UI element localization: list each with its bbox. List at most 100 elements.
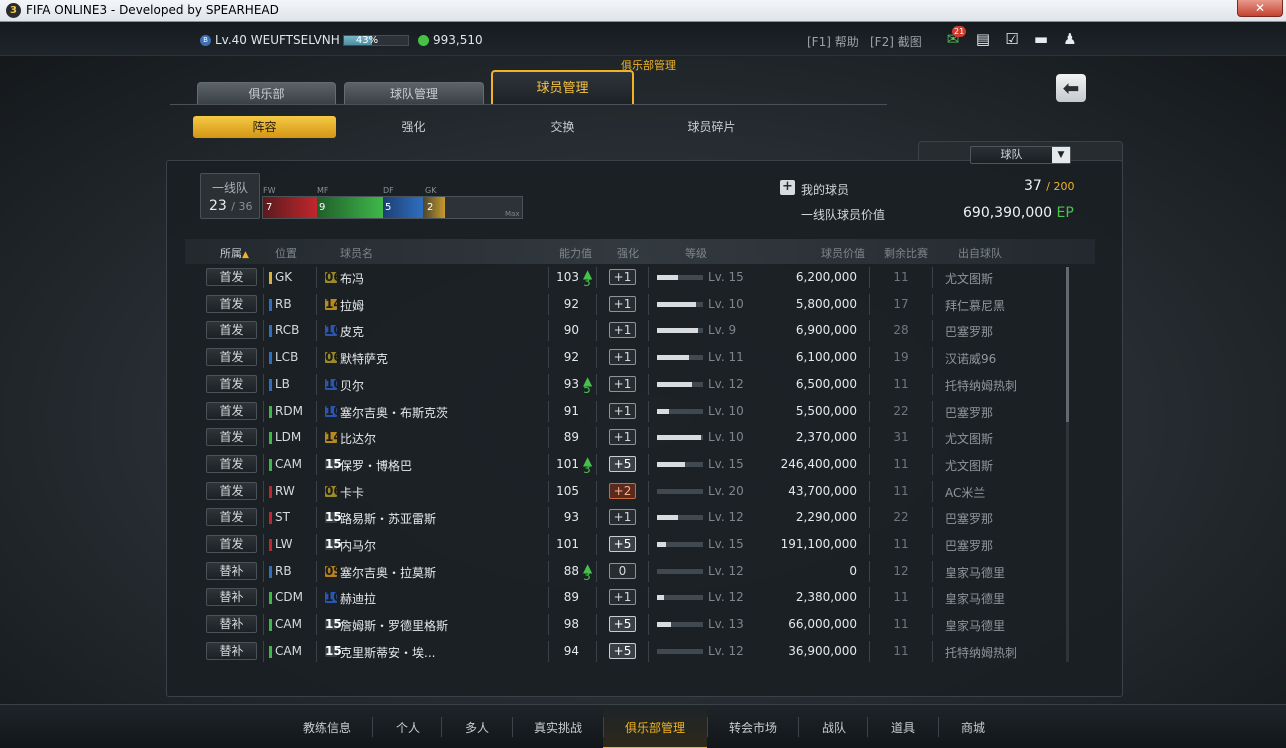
back-arrow-icon[interactable]: ⬅ <box>1056 74 1086 102</box>
bottom-nav-squad[interactable]: 战队 <box>806 719 862 736</box>
table-row[interactable]: 首发 RDM 10 塞尔吉奥・布斯克茨 91 +1 Lv. 10 5,500,000 22 巴塞罗… <box>185 398 1065 425</box>
bottom-nav-multi[interactable]: 多人 <box>448 719 506 736</box>
column-divider <box>932 534 933 555</box>
bottom-nav-club-management[interactable]: 俱乐部管理 <box>610 719 700 736</box>
level-progress-bar <box>657 542 703 547</box>
role-button[interactable]: 首发 <box>206 374 257 393</box>
role-button[interactable]: 首发 <box>206 268 257 286</box>
role-button[interactable]: 替补 <box>206 615 257 634</box>
role-button[interactable]: 替补 <box>206 588 257 607</box>
player-level: Lv. 15 <box>708 537 744 551</box>
bottom-nav-coach[interactable]: 教练信息 <box>290 719 364 736</box>
header-games-left[interactable]: 剩余比赛 <box>884 245 928 261</box>
user-icon[interactable]: ♟ <box>1060 30 1080 48</box>
player-name[interactable]: 默特萨克 <box>340 350 388 367</box>
enhance-level: +5 <box>609 455 636 472</box>
header-position[interactable]: 位置 <box>275 245 297 261</box>
player-name[interactable]: 布冯 <box>340 270 364 287</box>
window-close-button[interactable]: ✕ <box>1237 0 1283 17</box>
table-row[interactable]: 首发 RCB 10 皮克 90 +1 Lv. 9 6,900,000 28 巴塞罗那 <box>185 317 1065 344</box>
column-divider <box>932 347 933 369</box>
table-row[interactable]: 替补 CDM 10 赫迪拉 89 +1 Lv. 12 2,380,000 11 皇家马德里 <box>185 584 1065 611</box>
checklist-icon[interactable]: ☑ <box>1002 30 1022 48</box>
player-name[interactable]: 塞尔吉奥・布斯克茨 <box>340 404 448 421</box>
table-row[interactable]: 首发 LDM 14 比达尔 89 +1 Lv. 10 2,370,000 31 尤文图斯 <box>185 424 1065 451</box>
news-icon[interactable]: ▤ <box>973 30 993 48</box>
bottom-nav-shop[interactable]: 商城 <box>945 719 1001 736</box>
table-row[interactable]: 首发 GK 06 布冯 103 ▲ 3 +1 Lv. 15 6,200,000 11 尤文图斯 <box>185 264 1065 291</box>
player-name[interactable]: 内马尔 <box>340 537 376 554</box>
player-name[interactable]: 赫迪拉 <box>340 590 376 607</box>
window-titlebar: 3 FIFA ONLINE3 - Developed by SPEARHEAD … <box>0 0 1286 22</box>
role-button[interactable]: 首发 <box>206 294 257 313</box>
tab-player-management[interactable]: 球员管理 <box>491 70 634 104</box>
add-player-plus-icon[interactable]: + <box>780 180 795 195</box>
column-divider <box>932 507 933 529</box>
column-divider <box>869 507 870 529</box>
first-team-count-box: 一线队 23 / 36 <box>200 173 260 219</box>
subtab-exchange[interactable]: 交换 <box>489 116 636 138</box>
screenshot-button[interactable]: [F2] 截图 <box>870 33 922 50</box>
player-name[interactable]: 拉姆 <box>340 297 364 314</box>
player-name[interactable]: 克里斯蒂安・埃... <box>340 644 435 661</box>
role-button[interactable]: 首发 <box>206 535 257 553</box>
header-ovr[interactable]: 能力值 <box>559 245 592 261</box>
player-level: Lv. 10 <box>708 403 744 418</box>
role-button[interactable]: 替补 <box>206 561 257 580</box>
subtab-enhance[interactable]: 强化 <box>340 116 487 138</box>
column-divider <box>263 614 264 636</box>
player-name[interactable]: 卡卡 <box>340 484 364 501</box>
player-name[interactable]: 塞尔吉奥・拉莫斯 <box>340 564 436 581</box>
bottom-nav-items[interactable]: 道具 <box>874 719 932 736</box>
table-row[interactable]: 首发 RW 06 卡卡 105 +2 Lv. 20 43,700,000 11 AC米兰 <box>185 478 1065 505</box>
role-button[interactable]: 首发 <box>206 401 257 420</box>
player-name[interactable]: 贝尔 <box>340 377 364 394</box>
table-row[interactable]: 首发 ST 15 路易斯・苏亚雷斯 93 +1 Lv. 12 2,290,000 22 巴塞罗那 <box>185 504 1065 531</box>
role-button[interactable]: 首发 <box>206 321 257 340</box>
chat-icon[interactable]: ▬ <box>1031 30 1051 48</box>
table-row[interactable]: 首发 RB 14 拉姆 92 +1 Lv. 10 5,800,000 17 拜仁慕尼黑 <box>185 291 1065 318</box>
team-filter-dropdown[interactable]: 球队 ▼ <box>970 146 1071 164</box>
column-divider <box>316 640 317 662</box>
column-divider <box>596 560 597 582</box>
player-name[interactable]: 皮克 <box>340 323 364 340</box>
header-club[interactable]: 出自球队 <box>958 245 1002 261</box>
header-level[interactable]: 等级 <box>685 245 707 261</box>
table-row[interactable]: 首发 LCB 06 默特萨克 92 +1 Lv. 11 6,100,000 19 汉诺威96 <box>185 344 1065 371</box>
table-row[interactable]: 替补 CAM 15 克里斯蒂安・埃... 94 +5 Lv. 12 36,900,000 11 托… <box>185 638 1065 665</box>
table-row[interactable]: 替补 CAM 15 詹姆斯・罗德里格斯 98 +5 Lv. 13 66,000,000 11 皇家… <box>185 611 1065 638</box>
table-row[interactable]: 首发 CAM 15 保罗・博格巴 101 ▲ 3 +5 Lv. 15 246,400,000 11 尤… <box>185 451 1065 478</box>
tab-club[interactable]: 俱乐部 <box>197 82 336 104</box>
role-button[interactable]: 首发 <box>206 454 257 473</box>
role-button[interactable]: 替补 <box>206 641 257 660</box>
subtab-player-fragments[interactable]: 球员碎片 <box>638 116 785 138</box>
player-level: Lv. 10 <box>708 296 744 311</box>
header-enhance[interactable]: 强化 <box>617 245 639 261</box>
role-button[interactable]: 首发 <box>206 508 257 527</box>
table-row[interactable]: 首发 LB 10 贝尔 93 ▲ 5 +1 Lv. 12 6,500,000 11 托特纳姆热刺 <box>185 371 1065 398</box>
player-name[interactable]: 詹姆斯・罗德里格斯 <box>340 617 448 634</box>
help-button[interactable]: [F1] 帮助 <box>807 33 859 50</box>
bottom-nav-single[interactable]: 个人 <box>380 719 436 736</box>
player-name[interactable]: 路易斯・苏亚雷斯 <box>340 510 436 527</box>
header-value[interactable]: 球员价值 <box>821 245 865 261</box>
table-row[interactable]: 首发 LW 15 内马尔 101 +5 Lv. 15 191,100,000 11 巴塞罗那 <box>185 531 1065 558</box>
games-left: 11 <box>893 537 909 551</box>
header-belong[interactable]: 所属▲ <box>220 245 249 261</box>
role-button[interactable]: 首发 <box>206 428 257 447</box>
table-scrollbar[interactable] <box>1066 267 1069 662</box>
level-progress-bar <box>657 355 703 361</box>
scrollbar-thumb[interactable] <box>1066 267 1069 422</box>
header-player-name[interactable]: 球员名 <box>340 245 373 261</box>
subtab-lineup[interactable]: 阵容 <box>193 116 336 138</box>
tab-team-management[interactable]: 球队管理 <box>344 82 484 104</box>
role-button[interactable]: 首发 <box>206 481 257 500</box>
player-ovr: 98 <box>563 617 579 632</box>
player-name[interactable]: 保罗・博格巴 <box>340 457 412 474</box>
player-name[interactable]: 比达尔 <box>340 430 376 447</box>
bottom-nav-transfer-market[interactable]: 转会市场 <box>714 719 792 736</box>
bottom-nav-real-challenge[interactable]: 真实挑战 <box>520 719 596 736</box>
position-color-bar <box>269 352 272 365</box>
table-row[interactable]: 替补 RB 09 塞尔吉奥・拉莫斯 88 ▲ 3 0 Lv. 12 0 12 皇家马德里 <box>185 558 1065 585</box>
role-button[interactable]: 首发 <box>206 348 257 367</box>
